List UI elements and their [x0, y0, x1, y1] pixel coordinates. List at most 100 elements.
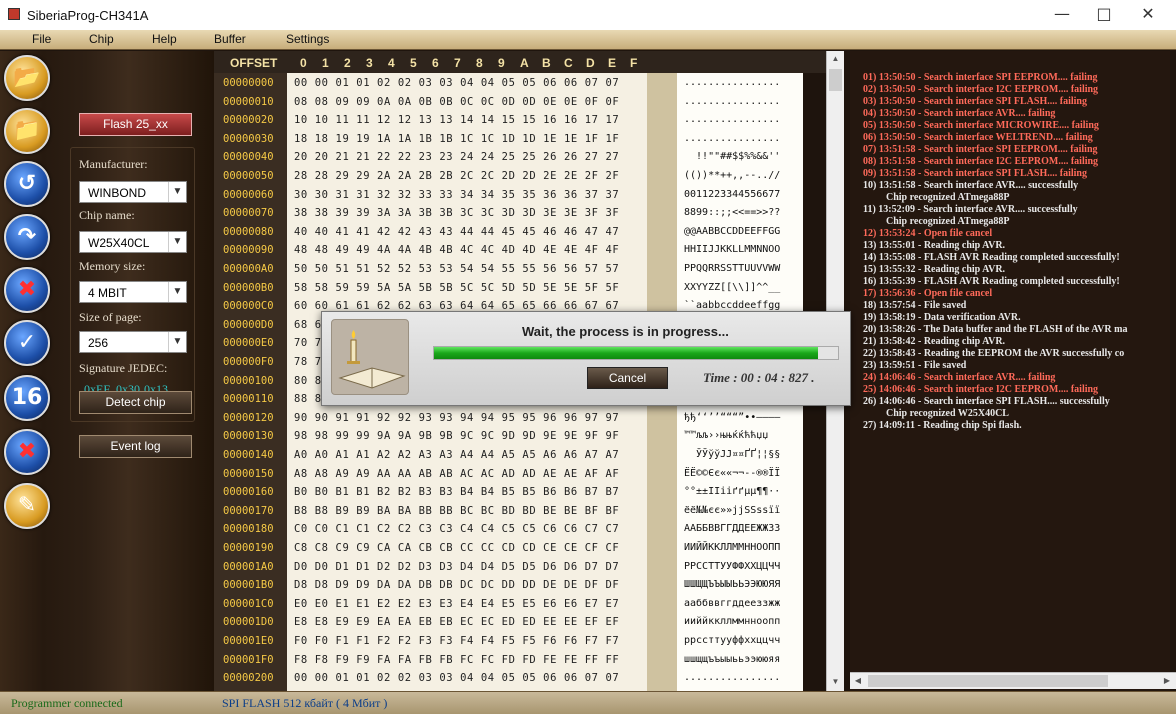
chevron-down-icon: ▼	[168, 282, 186, 302]
hex-row[interactable]: 08 08 09 09 0A 0A 0B 0B 0C 0C 0D 0D 0E 0…	[294, 96, 619, 115]
hex-row[interactable]: 20 20 21 21 22 22 23 23 24 24 25 25 26 2…	[294, 151, 619, 170]
hex-row[interactable]: A0 A0 A1 A1 A2 A2 A3 A3 A4 A4 A5 A5 A6 A…	[294, 449, 619, 468]
ascii-row[interactable]: ђђ‘‘’’“““”••––——	[684, 412, 780, 431]
hex-16-icon[interactable]: 16	[4, 375, 50, 421]
app-window: SiberiaProg-CH341A — □ ✕ File Chip Help …	[0, 0, 1176, 714]
ascii-row[interactable]: ................	[684, 133, 780, 152]
ascii-row[interactable]: ШШЩЩЪЪЫЫЬЬЭЭЮЮЯЯ	[684, 579, 780, 598]
close-icon[interactable]: ✕	[1126, 0, 1170, 30]
hex-row[interactable]: 98 98 99 99 9A 9A 9B 9B 9C 9C 9D 9D 9E 9…	[294, 430, 619, 449]
hex-column-header: 7	[454, 56, 461, 70]
ascii-row[interactable]: XXYYZZ[[\\]]^^__	[684, 282, 780, 301]
hex-row[interactable]: 30 30 31 31 32 32 33 33 34 34 35 35 36 3…	[294, 189, 619, 208]
hex-row[interactable]: 10 10 11 11 12 12 13 13 14 14 15 15 16 1…	[294, 114, 619, 133]
ascii-row[interactable]: ЁЁ©©Єє««¬¬--®®ЇЇ	[684, 468, 780, 487]
ascii-row[interactable]: ................	[684, 672, 780, 691]
hex-row[interactable]: 58 58 59 59 5A 5A 5B 5B 5C 5C 5D 5D 5E 5…	[294, 282, 619, 301]
log-scroll-thumb[interactable]	[868, 675, 1108, 687]
flash-type-button[interactable]: Flash 25_xx	[79, 113, 192, 136]
ascii-row[interactable]: ААББВВГГДДЕЕЖЖЗЗ	[684, 523, 780, 542]
manufacturer-select[interactable]: WINBOND ▼	[79, 181, 187, 203]
verify-chip-icon[interactable]: ✓	[4, 320, 50, 366]
hex-row[interactable]: B8 B8 B9 B9 BA BA BB BB BC BC BD BD BE B…	[294, 505, 619, 524]
ascii-row[interactable]: 0011223344556677	[684, 189, 780, 208]
blank-check-icon[interactable]: ✖	[4, 429, 50, 475]
ascii-row[interactable]: ИИЙЙККЛЛММННООПП	[684, 542, 780, 561]
hex-row[interactable]: 90 90 91 91 92 92 93 93 94 94 95 95 96 9…	[294, 412, 619, 431]
ascii-row[interactable]: HHIIJJKKLLMMNNOO	[684, 244, 780, 263]
menu-settings[interactable]: Settings	[286, 32, 329, 46]
hex-row[interactable]: A8 A8 A9 A9 AA AA AB AB AC AC AD AD AE A…	[294, 468, 619, 487]
ascii-row[interactable]: шшщщъъыыььээююяя	[684, 654, 780, 673]
hex-row[interactable]: 48 48 49 49 4A 4A 4B 4B 4C 4C 4D 4D 4E 4…	[294, 244, 619, 263]
ascii-row[interactable]: 8899::;;<<==>>??	[684, 207, 780, 226]
hex-row[interactable]: B0 B0 B1 B1 B2 B2 B3 B3 B4 B4 B5 B5 B6 B…	[294, 486, 619, 505]
hex-row[interactable]: 38 38 39 39 3A 3A 3B 3B 3C 3C 3D 3D 3E 3…	[294, 207, 619, 226]
hex-row[interactable]: F8 F8 F9 F9 FA FA FB FB FC FC FD FD FE F…	[294, 654, 619, 673]
hex-row[interactable]: 00 00 01 01 02 02 03 03 04 04 05 05 06 0…	[294, 672, 619, 691]
menu-help[interactable]: Help	[152, 32, 177, 46]
open-folder-icon[interactable]: 📂	[4, 55, 50, 101]
ascii-row[interactable]: РРССТТУУФФХХЦЦЧЧ	[684, 561, 780, 580]
minimize-icon[interactable]: —	[1040, 0, 1084, 30]
page-size-select[interactable]: 256 ▼	[79, 331, 187, 353]
hex-row[interactable]: 50 50 51 51 52 52 53 53 54 54 55 55 56 5…	[294, 263, 619, 282]
ascii-row[interactable]: (())**++,,--..//	[684, 170, 780, 189]
log-entry: Chip recognized ATmega88P	[886, 192, 1010, 203]
hex-row[interactable]: E8 E8 E9 E9 EA EA EB EB EC EC ED ED EE E…	[294, 616, 619, 635]
hex-row[interactable]: D0 D0 D1 D1 D2 D2 D3 D3 D4 D4 D5 D5 D6 D…	[294, 561, 619, 580]
save-folder-icon[interactable]: 📁	[4, 108, 50, 154]
write-chip-icon[interactable]: ↷	[4, 214, 50, 260]
elapsed-time: Time : 00 : 04 : 827 .	[703, 370, 815, 385]
menu-buffer[interactable]: Buffer	[214, 32, 246, 46]
detect-chip-button[interactable]: Detect chip	[79, 391, 192, 414]
erase-chip-icon[interactable]: ✖	[4, 267, 50, 313]
progress-message: Wait, the process is in progress...	[522, 324, 729, 339]
hex-row[interactable]: 40 40 41 41 42 42 43 43 44 44 45 45 46 4…	[294, 226, 619, 245]
offset-cell: 000001D0	[223, 616, 274, 629]
scroll-left-icon[interactable]: ◀	[850, 673, 866, 689]
log-entry: 05) 13:50:50 - Search interface MICROWIR…	[863, 120, 1099, 131]
ascii-row[interactable]: ................	[684, 114, 780, 133]
left-panel: 📂 📁 ↺ ↷ ✖ ✓ 16 ✖ ✎ Flash 25_xx Manufactu…	[0, 51, 214, 691]
log-horizontal-scrollbar[interactable]: ◀ ▶	[850, 672, 1176, 689]
scroll-up-icon[interactable]: ▲	[827, 51, 844, 67]
read-chip-icon[interactable]: ↺	[4, 161, 50, 207]
menu-file[interactable]: File	[32, 32, 51, 46]
hex-row[interactable]: 18 18 19 19 1A 1A 1B 1B 1C 1C 1D 1D 1E 1…	[294, 133, 619, 152]
hex-row[interactable]: D8 D8 D9 D9 DA DA DB DB DC DC DD DD DE D…	[294, 579, 619, 598]
scroll-quill-icon[interactable]: ✎	[4, 483, 50, 529]
scroll-right-icon[interactable]: ▶	[1159, 673, 1175, 689]
chip-properties-panel: Manufacturer: WINBOND ▼ Chip name: W25X40…	[70, 147, 195, 422]
ascii-row[interactable]: PPQQRRSSTTUUVVWW	[684, 263, 780, 282]
hex-row[interactable]: E0 E0 E1 E1 E2 E2 E3 E3 E4 E4 E5 E5 E6 E…	[294, 598, 619, 617]
ascii-row[interactable]: !!""##$$%%&&''	[684, 151, 780, 170]
ascii-row[interactable]: ррссттууффххццчч	[684, 635, 780, 654]
hex-row[interactable]: 28 28 29 29 2A 2A 2B 2B 2C 2C 2D 2D 2E 2…	[294, 170, 619, 189]
ascii-row[interactable]: ™™љљ››њњќќћћџџ	[684, 430, 768, 449]
log-entry: 21) 13:58:42 - Reading chip AVR.	[863, 336, 1006, 347]
chip-name-select[interactable]: W25X40CL ▼	[79, 231, 187, 253]
hex-row[interactable]: F0 F0 F1 F1 F2 F2 F3 F3 F4 F4 F5 F5 F6 F…	[294, 635, 619, 654]
ascii-row[interactable]: ёё№№єє»»jjSSssїї	[684, 505, 780, 524]
ascii-row[interactable]: °°±±IIііґґµµ¶¶··	[684, 486, 780, 505]
ascii-row[interactable]: ииййккллммннoопп	[684, 616, 780, 635]
memory-size-select[interactable]: 4 MBIT ▼	[79, 281, 187, 303]
menu-chip[interactable]: Chip	[89, 32, 114, 46]
scroll-down-icon[interactable]: ▼	[827, 674, 844, 690]
log-entry: 04) 13:50:50 - Search interface AVR.... …	[863, 108, 1056, 119]
ascii-row[interactable]: ЎЎўўЈЈ¤¤ҐҐ¦¦§§	[684, 449, 780, 468]
ascii-row[interactable]: ................	[684, 77, 780, 96]
hex-row[interactable]: C8 C8 C9 C9 CA CA CB CB CC CC CD CD CE C…	[294, 542, 619, 561]
ascii-row[interactable]: @@AABBCCDDEEFFGG	[684, 226, 780, 245]
offset-cell: 00000120	[223, 411, 274, 424]
cancel-button[interactable]: Cancel	[587, 367, 668, 389]
scroll-thumb[interactable]	[829, 69, 842, 91]
hex-row[interactable]: C0 C0 C1 C1 C2 C2 C3 C3 C4 C4 C5 C5 C6 C…	[294, 523, 619, 542]
maximize-icon[interactable]: □	[1082, 0, 1126, 30]
ascii-row[interactable]: ааббввггддееззжж	[684, 598, 780, 617]
hex-row[interactable]: 00 00 01 01 02 02 03 03 04 04 05 05 06 0…	[294, 77, 619, 96]
offset-cell: 00000020	[223, 114, 274, 127]
ascii-row[interactable]: ................	[684, 96, 780, 115]
event-log-button[interactable]: Event log	[79, 435, 192, 458]
